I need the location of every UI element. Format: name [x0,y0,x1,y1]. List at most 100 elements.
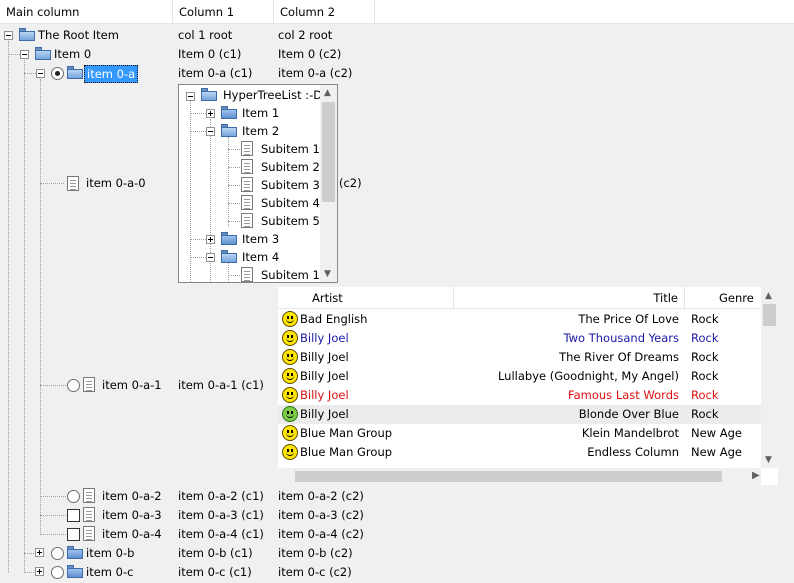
scroll-up-icon[interactable]: ▲ [324,88,331,98]
scroll-down-icon[interactable]: ▼ [765,455,772,465]
folder-open-icon [221,250,237,263]
tree-item-0a2-label[interactable]: item 0-a-2 [102,488,162,504]
tree-item-0a0-label[interactable]: item 0-a-0 [86,175,146,191]
scroll-right-icon[interactable]: ▶ [752,471,760,481]
list-item[interactable]: Blue Man Group Endless Column New Age [278,443,761,462]
expand-button[interactable] [35,567,44,576]
tree-item-0a1-label[interactable]: item 0-a-1 [102,377,162,393]
radio-button[interactable] [67,490,80,503]
vertical-scrollbar[interactable]: ▲ ▼ [761,287,778,468]
radio-button[interactable] [51,566,64,579]
root-col1: col 1 root [178,28,233,42]
embedded-item-4-label[interactable]: Item 4 [242,249,279,265]
collapse-button[interactable] [36,69,45,78]
tree-line [24,553,34,554]
tree-item-0a4-label[interactable]: item 0-a-4 [102,526,162,542]
item0a4-col2: item 0-a-4 (c2) [278,527,364,541]
vertical-scrollbar[interactable]: ▲ ▼ [320,85,337,282]
music-list-body: Bad English The Price Of Love Rock Billy Jo… [278,310,761,468]
tree-item-0b-label[interactable]: item 0-b [86,545,134,561]
embedded-subitem-label[interactable]: Subitem 1 [261,141,320,157]
scroll-up-icon[interactable]: ▲ [765,291,772,301]
header-artist[interactable]: Artist [278,287,454,309]
tree-item-0a-label[interactable]: item 0-a [84,65,139,83]
smiley-icon [282,368,298,384]
item0a2-col1: item 0-a-2 (c1) [178,489,264,503]
scroll-thumb[interactable] [295,471,722,482]
document-icon [241,177,253,192]
smiley-icon [282,444,298,460]
tree-line [40,385,66,386]
genre-cell: Rock [691,407,719,421]
embedded-subitem-label[interactable]: Subitem 5 [261,213,320,229]
embedded-item-3-label[interactable]: Item 3 [242,231,279,247]
radio-button[interactable] [67,379,80,392]
list-item[interactable]: Billy Joel The River Of Dreams Rock [278,348,761,367]
expand-button[interactable] [206,109,215,118]
embedded-tree-panel[interactable]: HyperTreeList :-D Item 1 Item 2 Subitem … [178,84,338,283]
list-item[interactable]: Bad English The Price Of Love Rock [278,310,761,329]
embedded-subitem-label[interactable]: Subitem 1 [261,267,320,282]
list-item[interactable]: Billy Joel Blonde Over Blue Rock [278,405,761,424]
collapse-button[interactable] [206,127,215,136]
collapse-button[interactable] [4,31,13,40]
header-genre[interactable]: Genre [685,287,761,309]
radio-button[interactable] [51,67,64,80]
header-main-column[interactable]: Main column [0,0,173,24]
title-cell: The River Of Dreams [559,350,679,364]
music-list[interactable]: Artist Title Genre Bad English The Price … [278,287,778,485]
list-item[interactable]: Billy Joel Two Thousand Years Rock [278,329,761,348]
checkbox[interactable] [67,528,80,541]
title-cell: Blonde Over Blue [578,407,679,421]
document-icon [241,195,253,210]
scroll-thumb[interactable] [763,304,776,326]
header-column-2[interactable]: Column 2 [274,0,375,24]
item0b-col2: item 0-b (c2) [278,546,353,560]
smiley-icon [282,425,298,441]
title-cell: Lullabye (Goodnight, My Angel) [497,369,679,383]
checkbox[interactable] [67,509,80,522]
header-column-1[interactable]: Column 1 [173,0,274,24]
item0a1-col1: item 0-a-1 (c1) [178,378,264,392]
embedded-subitem-label[interactable]: Subitem 2 [261,159,320,175]
smiley-icon [282,349,298,365]
list-item[interactable]: Billy Joel Famous Last Words Rock [278,386,761,405]
scroll-down-icon[interactable]: ▼ [324,269,331,279]
folder-icon [67,546,83,559]
artist-cell: Billy Joel [300,350,349,364]
document-icon [241,141,253,156]
list-item[interactable]: Billy Joel Lullabye (Goodnight, My Angel)… [278,367,761,386]
expand-button[interactable] [206,235,215,244]
tree-item-0c-label[interactable]: item 0-c [86,564,133,580]
collapse-button[interactable] [20,50,29,59]
document-icon [241,267,253,282]
embedded-item-2-label[interactable]: Item 2 [242,123,279,139]
genre-cell: Rock [691,312,719,326]
radio-button[interactable] [51,547,64,560]
genre-cell: Rock [691,350,719,364]
tree-item-0-label[interactable]: Item 0 [54,46,91,62]
embedded-item-1-label[interactable]: Item 1 [242,105,279,121]
embedded-subitem-label[interactable]: Subitem 3 [261,177,320,193]
tree-line [40,79,41,535]
document-icon [83,526,95,541]
item0c-col2: item 0-c (c2) [278,565,352,579]
tree-line [8,54,20,55]
tree-item-root-label[interactable]: The Root Item [38,27,119,43]
expand-button[interactable] [35,548,44,557]
item0-col2: Item 0 (c2) [278,47,342,61]
tree-item-0a3-label[interactable]: item 0-a-3 [102,507,162,523]
item0a-col1: item 0-a (c1) [178,66,253,80]
item0a0-col2: (c2) [339,176,362,190]
horizontal-scrollbar[interactable]: ▶ [278,468,761,485]
embedded-subitem-label[interactable]: Subitem 4 [261,195,320,211]
collapse-button[interactable] [186,92,195,101]
list-item[interactable]: Blue Man Group Klein Mandelbrot New Age [278,424,761,443]
artist-cell: Bad English [300,312,368,326]
scroll-thumb[interactable] [322,102,335,202]
artist-cell: Blue Man Group [300,445,393,459]
collapse-button[interactable] [206,253,215,262]
header-title[interactable]: Title [454,287,685,309]
embedded-tree-root-label[interactable]: HyperTreeList :-D [223,87,322,103]
folder-icon [221,232,237,245]
